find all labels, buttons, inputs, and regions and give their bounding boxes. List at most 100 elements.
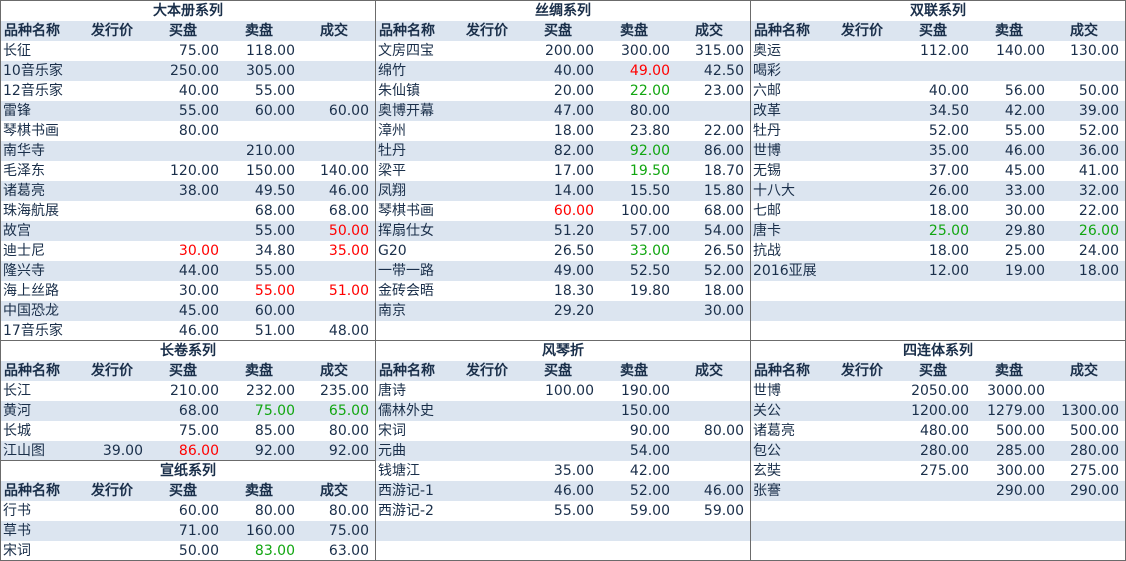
bid-price: 12.00 xyxy=(928,263,969,279)
header-ask: 卖盘 xyxy=(995,363,1023,379)
ask-price: 140.00 xyxy=(996,43,1045,59)
ask-price: 29.80 xyxy=(1004,223,1045,239)
item-name: 奥博开幕 xyxy=(378,103,434,119)
deal-price: 86.00 xyxy=(703,143,744,159)
issue-price: 39.00 xyxy=(102,443,143,459)
item-name xyxy=(376,521,454,541)
item-name: 绵竹 xyxy=(378,63,406,79)
ask-price: 55.00 xyxy=(254,83,295,99)
bid-price: 60.00 xyxy=(178,503,219,519)
deal-price: 50.00 xyxy=(328,223,369,239)
issue-price xyxy=(829,481,895,501)
table-row: G20 26.50 33.00 26.50 xyxy=(376,241,750,261)
panel-silianti: 四连体系列 品种名称 发行价 买盘 卖盘 成交 世博 2050.00 3000.00 关公 1200… xyxy=(751,341,1126,561)
item-name: 诸葛亮 xyxy=(3,183,45,199)
ask-price: 22.00 xyxy=(629,83,670,99)
panel-title: 风琴折 xyxy=(542,343,584,359)
ask-price: 85.00 xyxy=(254,423,295,439)
ask-price: 42.00 xyxy=(1004,103,1045,119)
table-row: 行书 60.00 80.00 80.00 xyxy=(1,501,375,521)
bid-price xyxy=(520,521,596,541)
header-row: 品种名称 发行价 买盘 卖盘 成交 xyxy=(751,21,1125,41)
deal-price xyxy=(672,401,746,421)
bid-price: 14.00 xyxy=(553,183,594,199)
table-row: 玄奘 275.00 300.00 275.00 xyxy=(751,461,1125,481)
deal-price: 235.00 xyxy=(320,383,369,399)
issue-price xyxy=(454,481,520,501)
panel-changjuan: 长卷系列 品种名称 发行价 买盘 卖盘 成交 长江 210.00 232.00 235.00 黄河 6… xyxy=(0,341,376,461)
bid-price xyxy=(895,281,971,301)
ask-price: 90.00 xyxy=(629,423,670,439)
panel-shuanglian: 双联系列 品种名称 发行价 买盘 卖盘 成交 奥运 112.00 140.00 130.00 喝彩六… xyxy=(751,0,1126,341)
item-name: 文房四宝 xyxy=(378,43,434,59)
table-row: 毛泽东 120.00 150.00 140.00 xyxy=(1,161,375,181)
deal-price: 54.00 xyxy=(703,223,744,239)
deal-price: 315.00 xyxy=(695,43,744,59)
item-name: 凤翔 xyxy=(378,183,406,199)
issue-price xyxy=(79,321,145,340)
quote-board: 大本册系列 品种名称 发行价 买盘 卖盘 成交 长征 75.00 118.00 10音乐家 250.… xyxy=(0,0,1126,561)
ask-price xyxy=(596,321,672,340)
table-row xyxy=(751,281,1125,301)
table-row: 17音乐家 46.00 51.00 48.00 xyxy=(1,321,375,340)
panel-title: 双联系列 xyxy=(910,3,966,19)
item-name: 喝彩 xyxy=(753,63,781,79)
issue-price xyxy=(829,381,895,401)
table-row: 十八大 26.00 33.00 32.00 xyxy=(751,181,1125,201)
deal-price: 35.00 xyxy=(328,243,369,259)
ask-price: 46.00 xyxy=(1004,143,1045,159)
issue-price xyxy=(454,401,520,421)
item-name: 抗战 xyxy=(753,243,781,259)
table-row xyxy=(751,541,1125,560)
ask-price: 56.00 xyxy=(1004,83,1045,99)
item-name: 2016亚展 xyxy=(753,263,817,279)
bid-price xyxy=(895,521,971,541)
table-row: 绵竹 40.00 49.00 42.50 xyxy=(376,61,750,81)
ask-price: 19.80 xyxy=(629,283,670,299)
ask-price: 30.00 xyxy=(1004,203,1045,219)
bid-price: 112.00 xyxy=(920,43,969,59)
deal-price: 500.00 xyxy=(1070,423,1119,439)
bid-price: 250.00 xyxy=(170,63,219,79)
header-bid: 买盘 xyxy=(919,23,947,39)
header-row: 品种名称 发行价 买盘 卖盘 成交 xyxy=(1,481,375,501)
table-row: 隆兴寺 44.00 55.00 xyxy=(1,261,375,281)
header-bid: 买盘 xyxy=(169,363,197,379)
ask-price: 54.00 xyxy=(629,443,670,459)
ask-price: 57.00 xyxy=(629,223,670,239)
bid-price: 18.00 xyxy=(553,123,594,139)
header-row: 品种名称 发行价 买盘 卖盘 成交 xyxy=(1,21,375,41)
bid-price: 200.00 xyxy=(545,43,594,59)
deal-price: 36.00 xyxy=(1078,143,1119,159)
item-name: 唐诗 xyxy=(378,383,406,399)
deal-price: 290.00 xyxy=(1070,483,1119,499)
issue-price xyxy=(829,61,895,81)
item-name: 漳州 xyxy=(378,123,406,139)
issue-price xyxy=(454,181,520,201)
bid-price: 50.00 xyxy=(178,543,219,559)
deal-price xyxy=(1047,61,1121,81)
table-row: 儒林外史 150.00 xyxy=(376,401,750,421)
table-row xyxy=(751,521,1125,541)
header-ask: 卖盘 xyxy=(245,483,273,499)
bid-price: 68.00 xyxy=(178,403,219,419)
item-name: 迪士尼 xyxy=(3,243,45,259)
ask-price: 52.50 xyxy=(629,263,670,279)
issue-price xyxy=(829,541,895,560)
table-row xyxy=(751,321,1125,340)
deal-price: 26.00 xyxy=(1078,223,1119,239)
issue-price xyxy=(79,521,145,541)
bid-price: 18.30 xyxy=(553,283,594,299)
issue-price xyxy=(829,161,895,181)
header-name: 品种名称 xyxy=(4,23,60,39)
item-name: 金砖会晤 xyxy=(378,283,434,299)
table-row: 钱塘江 35.00 42.00 xyxy=(376,461,750,481)
bid-price: 40.00 xyxy=(553,63,594,79)
table-row: 关公 1200.00 1279.00 1300.00 xyxy=(751,401,1125,421)
item-name: 琴棋书画 xyxy=(3,123,59,139)
header-issue-price: 发行价 xyxy=(91,483,133,499)
ask-price: 55.00 xyxy=(254,283,295,299)
issue-price xyxy=(79,501,145,521)
ask-price xyxy=(971,61,1047,81)
bid-price: 82.00 xyxy=(553,143,594,159)
